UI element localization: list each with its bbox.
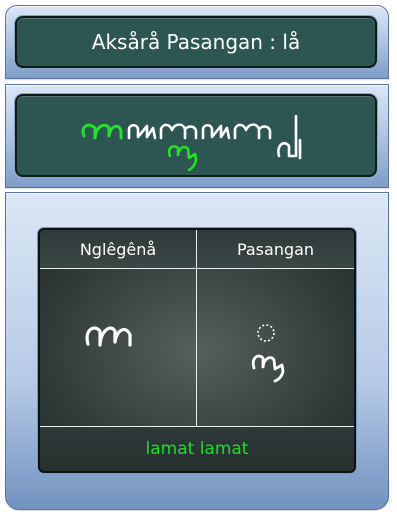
glyph-ta xyxy=(159,123,198,140)
glyph-ma xyxy=(127,123,157,140)
glyph-la-highlighted xyxy=(81,123,123,140)
glyph-ma-2 xyxy=(201,123,231,140)
sample-display xyxy=(15,94,377,177)
javanese-sample-text xyxy=(81,114,302,172)
page-title: Aksårå Pasangan : lå xyxy=(91,30,301,54)
pasangan-la-glyph xyxy=(251,324,285,383)
main-panel: Nglêgênå Pasangan lamat lamat xyxy=(5,192,389,510)
letter-table: Nglêgênå Pasangan lamat lamat xyxy=(38,228,356,473)
sample-panel xyxy=(5,84,389,188)
title-panel: Aksårå Pasangan : lå xyxy=(5,5,389,79)
title-display: Aksårå Pasangan : lå xyxy=(15,16,377,68)
column-divider xyxy=(196,230,197,426)
nglegena-la-glyph xyxy=(85,326,132,347)
dotted-circle-icon xyxy=(257,324,275,342)
header-divider xyxy=(40,268,354,269)
column-header-nglegena: Nglêgênå xyxy=(40,230,196,268)
reading-text: lamat lamat xyxy=(40,427,354,471)
glyph-ta-2 xyxy=(233,123,272,140)
glyph-pangkon xyxy=(277,114,302,160)
column-header-pasangan: Pasangan xyxy=(197,230,354,268)
glyph-pasangan-la xyxy=(167,145,198,172)
